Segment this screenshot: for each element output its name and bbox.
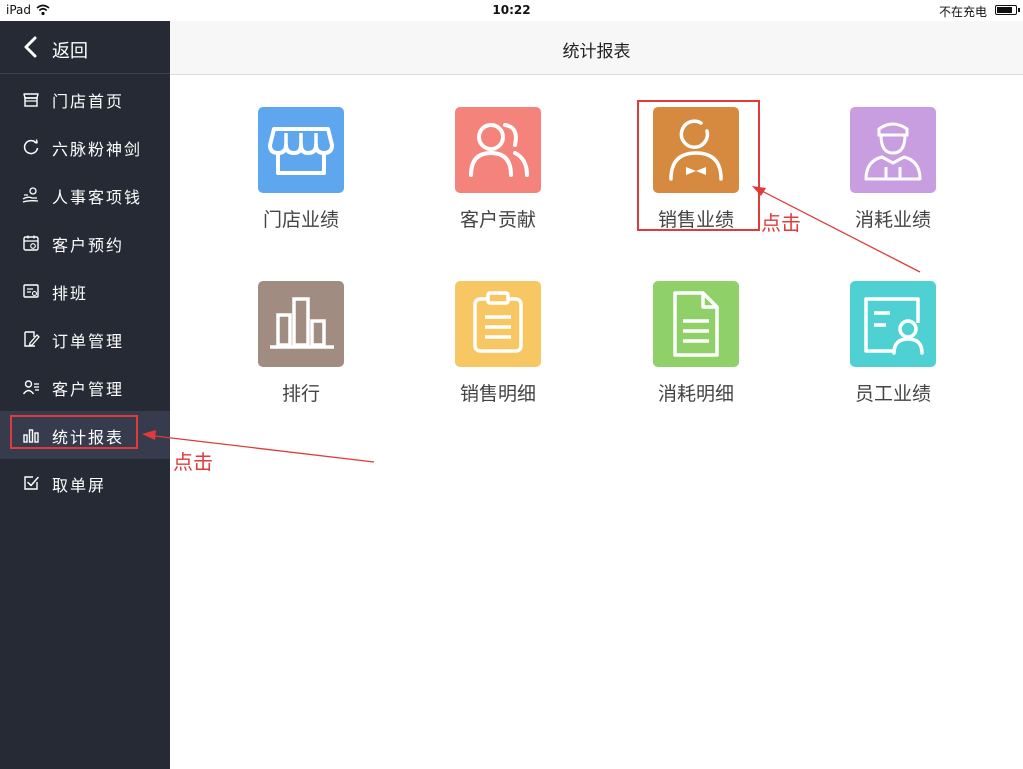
- annotation-arrows: [142, 186, 921, 463]
- arrow-head-icon: [142, 430, 156, 440]
- annotation-arrow: [755, 187, 921, 273]
- arrow-head-icon: [752, 186, 766, 196]
- annotation-arrow: [145, 434, 375, 463]
